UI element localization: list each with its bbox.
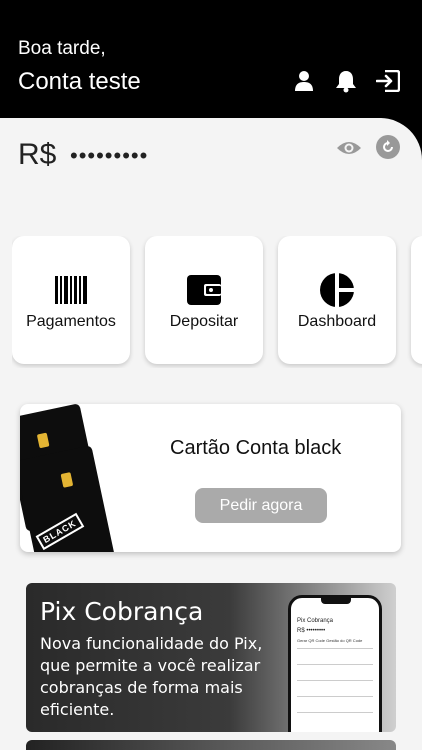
phone-divider bbox=[297, 680, 373, 681]
eye-icon[interactable] bbox=[336, 138, 362, 158]
action-label: Depositar bbox=[169, 313, 239, 330]
promo-title: Cartão Conta black bbox=[170, 437, 342, 459]
phone-notch bbox=[321, 598, 351, 604]
card-tag-text: BLACK bbox=[41, 518, 79, 546]
account-name: Conta teste bbox=[18, 68, 141, 95]
phone-divider bbox=[297, 648, 373, 649]
order-now-button[interactable]: Pedir agora bbox=[195, 488, 327, 523]
barcode-icon bbox=[53, 272, 89, 308]
phone-mockup: Pix Cobrança R$ ••••••••• Gerar QR Code … bbox=[288, 595, 382, 732]
card-chip bbox=[36, 432, 50, 449]
phone-divider bbox=[297, 664, 373, 665]
wallet-icon bbox=[186, 272, 222, 308]
logout-icon[interactable] bbox=[376, 68, 400, 94]
pix-banner-title: Pix Cobrança bbox=[40, 597, 204, 626]
phone-screen-title: Pix Cobrança bbox=[297, 618, 334, 624]
quick-actions-row: Pagamentos Depositar Dashboard bbox=[12, 236, 422, 368]
pie-chart-icon bbox=[319, 272, 355, 308]
action-pagamentos[interactable]: Pagamentos bbox=[12, 236, 130, 364]
pix-banner-description: Nova funcionalidade do Pix, que permite … bbox=[40, 634, 263, 719]
action-label: Pagamentos bbox=[26, 313, 116, 330]
balance-hidden-value: ••••••••• bbox=[70, 143, 149, 168]
action-dashboard[interactable]: Dashboard bbox=[278, 236, 396, 364]
pix-cobranca-banner[interactable]: Pix Cobrança R$ ••••••••• Gerar QR Code … bbox=[26, 583, 396, 732]
action-depositar[interactable]: Depositar bbox=[145, 236, 263, 364]
balance-currency: R$ bbox=[18, 138, 57, 171]
card-image-front: BLACK bbox=[20, 445, 116, 552]
bell-icon[interactable] bbox=[334, 68, 358, 94]
card-chip bbox=[60, 472, 74, 488]
phone-divider bbox=[297, 712, 373, 713]
action-label: Dashboard bbox=[297, 313, 377, 330]
next-banner-partial[interactable] bbox=[26, 740, 396, 750]
greeting-text: Boa tarde, bbox=[18, 38, 106, 59]
header-actions bbox=[292, 68, 400, 94]
phone-screen-tabs: Gerar QR Code Gestão do QR Code bbox=[297, 638, 363, 643]
phone-screen-balance: R$ ••••••••• bbox=[297, 628, 326, 634]
action-card-partial[interactable] bbox=[411, 236, 422, 364]
user-icon[interactable] bbox=[292, 68, 316, 94]
card-black-tag: BLACK bbox=[35, 513, 84, 551]
phone-divider bbox=[297, 696, 373, 697]
black-card-promo[interactable]: BLACK Cartão Conta black Pedir agora bbox=[20, 404, 401, 552]
refresh-icon[interactable] bbox=[376, 135, 400, 159]
